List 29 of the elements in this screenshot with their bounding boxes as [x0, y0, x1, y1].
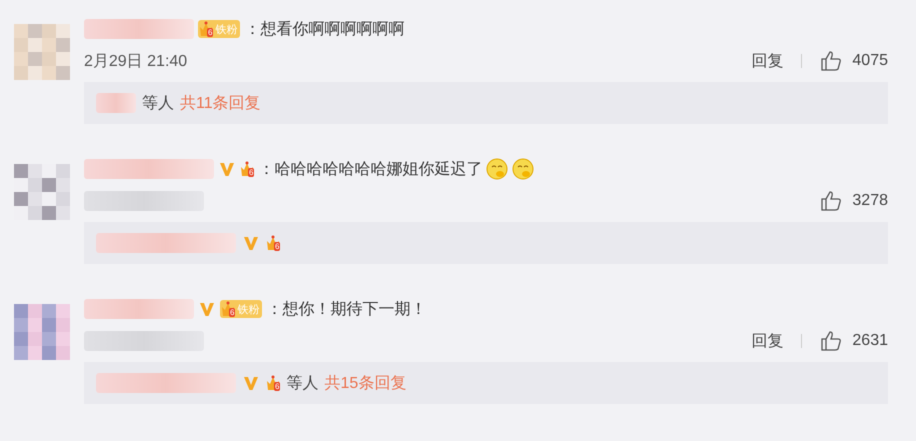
pixelated-avatar: [14, 24, 70, 80]
thumbs-up-icon: [820, 190, 842, 212]
like-count: 4075: [852, 52, 888, 70]
reply-link[interactable]: 回复: [751, 330, 784, 352]
crown-badge: 6: [266, 235, 280, 251]
crown-badge: 6: [266, 375, 280, 391]
comment-time: 2月29日 21:40: [84, 52, 188, 72]
verified-icon: [242, 374, 260, 392]
reply-link[interactable]: 回复: [751, 50, 784, 72]
emoji-icon: [512, 158, 534, 180]
thumbs-up-icon: [820, 50, 842, 72]
verified-icon: [218, 160, 236, 178]
verified-icon: [242, 234, 260, 252]
like-count: 3278: [852, 192, 888, 210]
pixelated-avatar: [14, 164, 70, 220]
comment-text: ：想你！期待下一期！: [266, 300, 426, 320]
verified-icon: [198, 300, 216, 318]
fan-badge: 6 铁粉: [198, 20, 240, 38]
blurred-username: [96, 93, 136, 113]
fan-badge: 6 铁粉: [220, 300, 262, 318]
thumbs-up-icon: [820, 330, 842, 352]
comment-text: ：想看你啊啊啊啊啊啊: [244, 20, 404, 40]
crown-badge: 6: [240, 161, 254, 177]
replies-text: 等人: [286, 374, 318, 394]
pixelated-avatar: [14, 304, 70, 360]
comment-text: ：哈哈哈哈哈哈哈娜姐你延迟了: [258, 160, 482, 180]
replies-text: 等人: [142, 94, 174, 114]
emoji-icon: [486, 158, 508, 180]
like-count: 2631: [852, 332, 888, 350]
